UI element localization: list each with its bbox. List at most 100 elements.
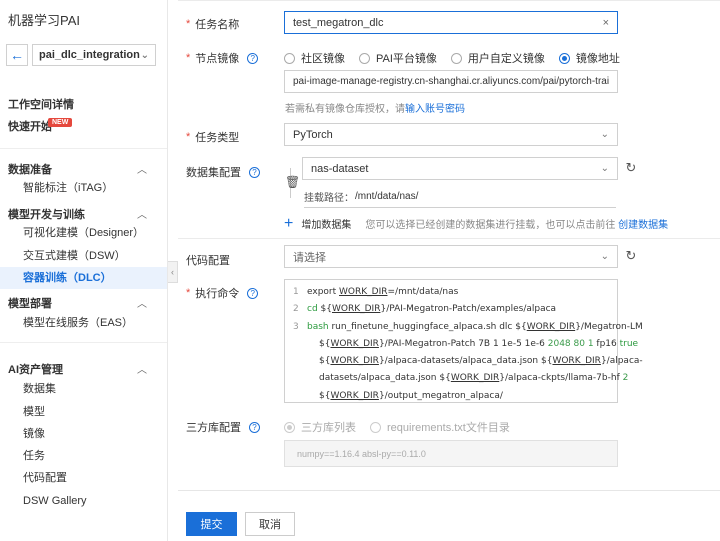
radio-circle-checked bbox=[558, 52, 570, 64]
label-text: 数据集配置 bbox=[186, 167, 241, 179]
label-text: 任务名称 bbox=[195, 19, 240, 31]
sidebar-item-tasks[interactable]: 任务 bbox=[0, 445, 167, 467]
create-dataset-link[interactable]: 创建数据集 bbox=[618, 220, 668, 231]
code-config-label: 代码配置 bbox=[186, 252, 230, 268]
line-number: 3 bbox=[293, 321, 299, 332]
radio-circle bbox=[284, 52, 295, 64]
clear-icon[interactable]: × bbox=[603, 17, 609, 29]
chevron-down-icon: ⌄ bbox=[600, 129, 609, 140]
refresh-icon[interactable]: ↻ bbox=[624, 161, 638, 175]
code-token: ${ bbox=[541, 356, 553, 367]
command-editor[interactable]: 1 export WORK_DIR=/mnt/data/nas 2 cd ${WOR… bbox=[284, 279, 643, 403]
radio-package-list[interactable]: 三方库列表 bbox=[284, 419, 356, 435]
workspace-select[interactable]: pai_dlc_integration ⌄ bbox=[32, 44, 156, 66]
code-token: WORK_DIR bbox=[526, 321, 576, 332]
arrow-left-icon: ← bbox=[10, 47, 24, 63]
sidebar-item-itag[interactable]: 智能标注（iTAG） bbox=[0, 177, 167, 199]
sidebar-item-eas[interactable]: 模型在线服务（EAS） bbox=[0, 312, 167, 334]
section-title: 模型开发与训练 bbox=[8, 209, 85, 221]
command-label: * 执行命令? bbox=[186, 285, 259, 301]
code-token: true bbox=[619, 338, 639, 349]
third-party-radio-group: 三方库列表 requirements.txt文件目录 bbox=[284, 419, 524, 435]
code-token: 2048 80 1 bbox=[547, 338, 594, 349]
sidebar-section-model-dev[interactable]: 模型开发与训练 ︿ bbox=[8, 206, 147, 222]
help-icon[interactable]: ? bbox=[247, 52, 259, 64]
sidebar-item-datasets[interactable]: 数据集 bbox=[0, 378, 167, 400]
code-token: 2 bbox=[622, 373, 629, 384]
refresh-icon[interactable]: ↻ bbox=[624, 249, 638, 263]
sidebar-section-ai-assets[interactable]: AI资产管理 ︿ bbox=[8, 361, 147, 377]
radio-image-url[interactable]: 镜像地址 bbox=[558, 50, 620, 66]
code-token: export bbox=[307, 287, 340, 297]
add-dataset-button[interactable]: 增加数据集 bbox=[301, 216, 351, 231]
code-token: WORK_DIR bbox=[450, 373, 500, 384]
task-type-label: * 任务类型 bbox=[186, 129, 239, 145]
sidebar-item-designer[interactable]: 可视化建模（Designer） bbox=[0, 222, 167, 244]
add-dataset-row: + 增加数据集 您可以选择已经创建的数据集进行挂载，也可以点击前往 创建数据集 bbox=[284, 215, 668, 231]
mount-path-value: /mnt/data/nas/ bbox=[355, 191, 419, 202]
code-token: }/alpaca- bbox=[600, 356, 643, 367]
sidebar-item-code-config[interactable]: 代码配置 bbox=[0, 467, 167, 489]
required-mark: * bbox=[186, 18, 191, 30]
back-button[interactable]: ← bbox=[6, 44, 28, 66]
code-config-select[interactable]: 请选择 ⌄ bbox=[284, 245, 618, 268]
app-title: 机器学习PAI bbox=[8, 13, 80, 28]
code-token: WORK_DIR bbox=[330, 356, 379, 367]
code-line: ${WORK_DIR}/PAI-Megatron-Patch 7B 1 1e-5… bbox=[293, 336, 638, 353]
third-party-textarea[interactable]: numpy==1.16.4 absl-py==0.11.0 bbox=[284, 440, 618, 467]
chevron-left-icon: ‹ bbox=[171, 267, 174, 277]
hint-text: 您可以选择已经创建的数据集进行挂载，也可以点击前往 bbox=[365, 220, 616, 231]
chevron-down-icon: ⌄ bbox=[140, 49, 149, 61]
sidebar-item-dsw[interactable]: 交互式建模（DSW） bbox=[0, 245, 167, 267]
section-title: 模型部署 bbox=[8, 298, 52, 310]
code-token: WORK_DIR bbox=[330, 390, 379, 401]
radio-label: PAI平台镜像 bbox=[376, 53, 437, 65]
sidebar-section-data-prep[interactable]: 数据准备 ︿ bbox=[8, 161, 147, 177]
code-token: }/alpaca-datasets/alpaca_data.json bbox=[378, 356, 541, 367]
trash-icon[interactable]: 🗑 bbox=[285, 175, 300, 189]
sidebar-item-workspace-details[interactable]: 工作空间详情 bbox=[8, 96, 74, 112]
code-token: ${ bbox=[319, 356, 331, 367]
cancel-button[interactable]: 取消 bbox=[245, 512, 295, 536]
dataset-config-label: 数据集配置? bbox=[186, 164, 260, 180]
code-token: WORK_DIR bbox=[331, 304, 381, 315]
code-line: datasets/alpaca_data.json ${WORK_DIR}/al… bbox=[293, 370, 628, 387]
mount-path-field[interactable]: 挂载路径： /mnt/data/nas/ bbox=[304, 186, 616, 208]
task-type-value: PyTorch bbox=[293, 128, 333, 141]
help-icon[interactable]: ? bbox=[247, 287, 259, 299]
sidebar-section-deploy[interactable]: 模型部署 ︿ bbox=[8, 295, 147, 311]
task-name-value: test_megatron_dlc bbox=[293, 16, 384, 29]
sidebar-item-quick-start[interactable]: 快速开始 bbox=[8, 118, 52, 134]
enter-credentials-link[interactable]: 输入账号密码 bbox=[405, 104, 465, 115]
sidebar-item-dlc[interactable]: 容器训练（DLC） bbox=[0, 267, 167, 289]
submit-button[interactable]: 提交 bbox=[186, 512, 237, 536]
chevron-up-icon: ︿ bbox=[137, 365, 147, 376]
code-token: cd bbox=[307, 304, 321, 315]
code-token: bash bbox=[307, 321, 332, 332]
image-url-input[interactable]: pai-image-manage-registry.cn-shanghai.cr… bbox=[284, 70, 618, 93]
radio-requirements-file[interactable]: requirements.txt文件目录 bbox=[370, 419, 510, 435]
sidebar-item-models[interactable]: 模型 bbox=[0, 401, 167, 423]
radio-pai-image[interactable]: PAI平台镜像 bbox=[359, 50, 437, 66]
radio-community-image[interactable]: 社区镜像 bbox=[284, 50, 345, 66]
third-party-value: numpy==1.16.4 absl-py==0.11.0 bbox=[297, 448, 426, 459]
plus-icon[interactable]: + bbox=[284, 215, 293, 231]
dataset-select[interactable]: nas-dataset ⌄ bbox=[302, 157, 618, 180]
task-type-select[interactable]: PyTorch ⌄ bbox=[284, 123, 618, 146]
help-icon[interactable]: ? bbox=[249, 421, 260, 433]
help-icon[interactable]: ? bbox=[249, 166, 260, 178]
label-text: 代码配置 bbox=[186, 255, 230, 267]
code-token: }/output_megatron_alpaca/ bbox=[378, 390, 503, 401]
sidebar-collapse-handle[interactable]: ‹ bbox=[168, 261, 178, 283]
third-party-label: 三方库配置? bbox=[186, 419, 260, 435]
radio-custom-image[interactable]: 用户自定义镜像 bbox=[450, 50, 545, 66]
image-auth-hint: 若需私有镜像仓库授权，请输入账号密码 bbox=[285, 100, 465, 115]
task-name-input[interactable]: test_megatron_dlc × bbox=[284, 11, 618, 34]
new-badge: NEW bbox=[48, 118, 73, 127]
code-line: 3 bash run_finetune_huggingface_alpaca.sh… bbox=[293, 319, 643, 336]
sidebar-item-images[interactable]: 镜像 bbox=[0, 423, 167, 445]
sidebar-item-dsw-gallery[interactable]: DSW Gallery bbox=[0, 490, 167, 512]
image-url-value: pai-image-manage-registry.cn-shanghai.cr… bbox=[293, 76, 609, 87]
section-title: AI资产管理 bbox=[8, 364, 63, 376]
chevron-up-icon: ︿ bbox=[137, 165, 147, 176]
